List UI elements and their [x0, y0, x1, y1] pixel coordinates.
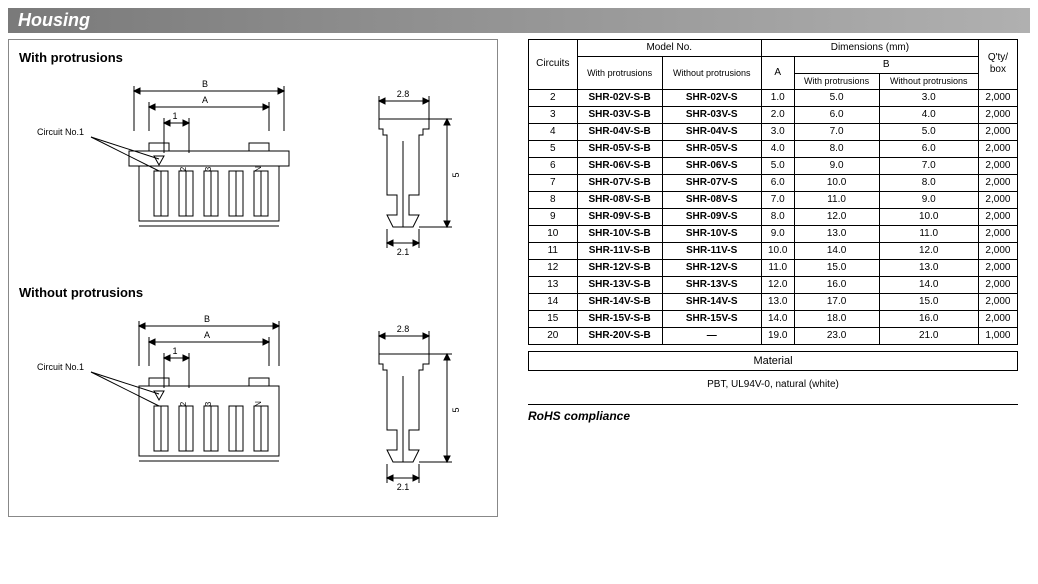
th-dims: Dimensions (mm) [761, 40, 978, 57]
svg-text:5: 5 [451, 172, 461, 177]
th-with: With protrusions [577, 57, 662, 90]
svg-text:B: B [202, 79, 208, 89]
table-row: 7SHR-07V-S-BSHR-07V-S6.010.08.02,000 [529, 174, 1018, 191]
th-b-without: Without protrusions [879, 74, 978, 90]
heading-without-protrusions: Without protrusions [19, 285, 487, 300]
table-row: 4SHR-04V-S-BSHR-04V-S3.07.05.02,000 [529, 123, 1018, 140]
drawing-side-with: 2.8 5 2.1 [359, 71, 469, 271]
th-without: Without protrusions [662, 57, 761, 90]
table-row: 14SHR-14V-S-BSHR-14V-S13.017.015.02,000 [529, 293, 1018, 310]
table-row: 13SHR-13V-S-BSHR-13V-S12.016.014.02,000 [529, 276, 1018, 293]
drawing-front-with: B A 1 Circuit No.1 2 3 N [29, 71, 319, 271]
th-circuits: Circuits [529, 40, 578, 90]
rohs-compliance: RoHS compliance [528, 404, 1018, 423]
svg-text:A: A [202, 95, 208, 105]
material-text: PBT, UL94V-0, natural (white) [528, 379, 1018, 390]
spec-table: Circuits Model No. Dimensions (mm) Q'ty/… [528, 39, 1018, 345]
svg-text:1: 1 [172, 346, 177, 356]
svg-text:A: A [204, 330, 210, 340]
th-a: A [761, 57, 794, 90]
table-row: 10SHR-10V-S-BSHR-10V-S9.013.011.02,000 [529, 225, 1018, 242]
svg-text:2.1: 2.1 [397, 482, 410, 492]
drawings-panel: With protrusions [8, 39, 498, 517]
table-row: 8SHR-08V-S-BSHR-08V-S7.011.09.02,000 [529, 191, 1018, 208]
svg-text:B: B [204, 314, 210, 324]
svg-text:2: 2 [179, 401, 188, 406]
svg-text:Circuit No.1: Circuit No.1 [37, 362, 84, 372]
svg-text:2.8: 2.8 [397, 89, 410, 99]
table-row: 11SHR-11V-S-BSHR-11V-S10.014.012.02,000 [529, 242, 1018, 259]
section-title: Housing [8, 8, 1030, 33]
table-row: 5SHR-05V-S-BSHR-05V-S4.08.06.02,000 [529, 140, 1018, 157]
svg-text:Circuit No.1: Circuit No.1 [37, 127, 84, 137]
table-row: 3SHR-03V-S-BSHR-03V-S2.06.04.02,000 [529, 106, 1018, 123]
material-heading: Material [528, 351, 1018, 371]
th-model: Model No. [577, 40, 761, 57]
th-b: B [794, 57, 978, 74]
svg-text:2: 2 [179, 166, 188, 171]
svg-text:N: N [254, 401, 263, 407]
table-row: 12SHR-12V-S-BSHR-12V-S11.015.013.02,000 [529, 259, 1018, 276]
svg-text:2.8: 2.8 [397, 324, 410, 334]
heading-with-protrusions: With protrusions [19, 50, 487, 65]
table-row: 6SHR-06V-S-BSHR-06V-S5.09.07.02,000 [529, 157, 1018, 174]
table-row: 20SHR-20V-S-B—19.023.021.01,000 [529, 327, 1018, 344]
svg-text:3: 3 [204, 166, 213, 171]
table-row: 9SHR-09V-S-BSHR-09V-S8.012.010.02,000 [529, 208, 1018, 225]
svg-text:N: N [254, 166, 263, 172]
drawing-side-without: 2.8 5 2.1 [359, 306, 469, 506]
svg-text:5: 5 [451, 407, 461, 412]
th-b-with: With protrusions [794, 74, 879, 90]
svg-text:1: 1 [172, 111, 177, 121]
svg-text:2.1: 2.1 [397, 247, 410, 257]
th-qty: Q'ty/ box [978, 40, 1017, 90]
drawing-front-without: B A 1 Circuit No.1 2 3 N [29, 306, 319, 506]
table-row: 15SHR-15V-S-BSHR-15V-S14.018.016.02,000 [529, 310, 1018, 327]
svg-text:3: 3 [204, 401, 213, 406]
table-row: 2SHR-02V-S-BSHR-02V-S1.05.03.02,000 [529, 89, 1018, 106]
